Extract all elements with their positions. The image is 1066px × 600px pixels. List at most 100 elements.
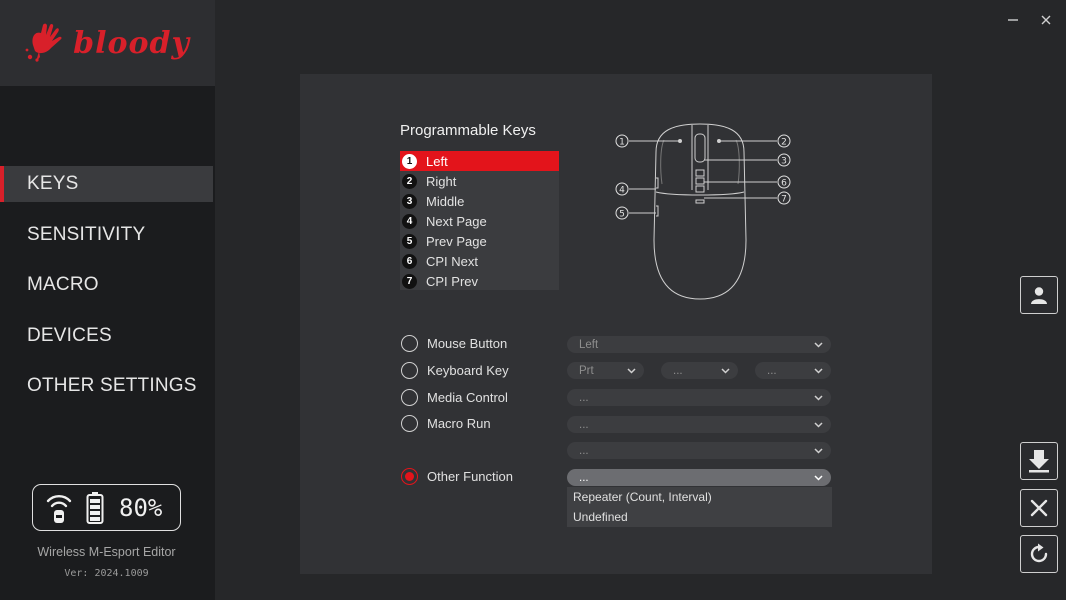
macro-run-select[interactable]: ... [567, 416, 831, 433]
media-control-select[interactable]: ... [567, 389, 831, 406]
keyboard-key-select-1[interactable]: Prt [567, 362, 644, 379]
refresh-icon [1030, 543, 1048, 563]
option-macro-run[interactable]: Macro Run [401, 415, 491, 432]
radio-media-control[interactable] [401, 389, 418, 406]
mouse-diagram: 1 2 3 4 5 6 7 [615, 123, 791, 300]
key-item-prev-page[interactable]: 5 Prev Page [400, 231, 559, 251]
other-function-menu: Repeater (Count, Interval) Undefined [567, 487, 832, 527]
key-label: Left [426, 153, 448, 169]
select-value: ... [579, 418, 589, 431]
key-number: 1 [402, 153, 417, 169]
callout-4: 4 [619, 186, 625, 196]
menu-item-repeater[interactable]: Repeater (Count, Interval) [567, 487, 832, 507]
keyboard-key-select-2[interactable]: ... [661, 362, 738, 379]
select-value: ... [673, 364, 683, 377]
sidebar: bloody KEYS SENSITIVITY MACRO DEVICES OT… [0, 0, 215, 600]
key-item-middle[interactable]: 3 Middle [400, 191, 559, 211]
callout-2: 2 [781, 138, 787, 148]
option-label: Media Control [427, 390, 508, 405]
profile-button[interactable] [1020, 276, 1058, 314]
minimize-button[interactable] [1003, 10, 1023, 30]
key-number: 4 [402, 213, 417, 229]
main-nav: KEYS SENSITIVITY MACRO DEVICES OTHER SET… [0, 166, 215, 419]
radio-keyboard-key[interactable] [401, 362, 418, 379]
app-name: Wireless M-Esport Editor [37, 545, 176, 559]
programmable-keys-title: Programmable Keys [400, 122, 536, 139]
nav-item-label: KEYS [27, 173, 79, 194]
key-item-next-page[interactable]: 4 Next Page [400, 211, 559, 231]
option-label: Mouse Button [427, 336, 508, 351]
chevron-down-icon [814, 368, 823, 374]
key-number: 7 [402, 273, 417, 289]
key-number: 6 [402, 253, 417, 269]
nav-item-other-settings[interactable]: OTHER SETTINGS [0, 368, 215, 404]
radio-mouse-button[interactable] [401, 335, 418, 352]
app-version: Ver: 2024.1009 [64, 568, 149, 579]
reset-button[interactable] [1020, 535, 1058, 573]
close-icon [1030, 499, 1048, 517]
nav-item-label: OTHER SETTINGS [27, 375, 197, 396]
chevron-down-icon [721, 368, 730, 374]
option-media-control[interactable]: Media Control [401, 389, 508, 406]
key-number: 3 [402, 193, 417, 209]
select-value: ... [579, 391, 589, 404]
nav-item-label: DEVICES [27, 324, 112, 346]
window-close-button[interactable] [1036, 10, 1056, 30]
programmable-keys-list: 1 Left 2 Right 3 Middle 4 Next Page 5 Pr… [400, 151, 559, 290]
device-status: 80% [32, 484, 181, 531]
key-label: Right [426, 173, 457, 189]
macro-run-mode-select[interactable]: ... [567, 442, 831, 459]
discard-button[interactable] [1020, 489, 1058, 527]
minimize-icon [1008, 19, 1018, 21]
logo-text: bloody [73, 25, 190, 61]
callout-7: 7 [781, 195, 787, 205]
nav-item-label: SENSITIVITY [27, 223, 146, 245]
nav-item-macro[interactable]: MACRO [0, 267, 215, 303]
nav-item-keys[interactable]: KEYS [0, 166, 213, 202]
callout-1: 1 [619, 138, 625, 148]
hand-logo-icon [25, 23, 62, 62]
close-icon [1041, 15, 1051, 25]
option-label: Other Function [427, 469, 513, 484]
key-label: CPI Next [426, 253, 479, 269]
logo: bloody [0, 0, 215, 86]
select-value: ... [579, 444, 589, 457]
key-item-cpi-prev[interactable]: 7 CPI Prev [400, 271, 559, 291]
key-label: Prev Page [426, 233, 487, 249]
radio-other-function[interactable] [401, 468, 418, 485]
key-label: Middle [426, 193, 465, 209]
chevron-down-icon [814, 395, 823, 401]
chevron-down-icon [814, 342, 823, 348]
select-value: Prt [579, 364, 594, 377]
chevron-down-icon [627, 368, 636, 374]
select-value: ... [767, 364, 777, 377]
keyboard-key-select-3[interactable]: ... [755, 362, 831, 379]
select-value: Left [579, 338, 599, 351]
option-label: Macro Run [427, 416, 491, 431]
select-value: ... [579, 471, 589, 484]
mouse-button-select[interactable]: Left [567, 336, 831, 353]
option-label: Keyboard Key [427, 363, 509, 378]
battery-icon [86, 491, 104, 524]
save-button[interactable] [1020, 442, 1058, 480]
key-label: Next Page [426, 213, 487, 229]
chevron-down-icon [814, 475, 823, 481]
nav-item-sensitivity[interactable]: SENSITIVITY [0, 217, 215, 253]
nav-item-devices[interactable]: DEVICES [0, 318, 215, 354]
user-icon [1031, 287, 1047, 304]
callout-5: 5 [619, 210, 625, 220]
key-item-cpi-next[interactable]: 6 CPI Next [400, 251, 559, 271]
menu-item-undefined[interactable]: Undefined [567, 507, 832, 527]
key-item-left[interactable]: 1 Left [400, 151, 559, 171]
option-mouse-button[interactable]: Mouse Button [401, 335, 507, 352]
callout-3: 3 [781, 157, 787, 167]
nav-item-label: MACRO [27, 274, 99, 295]
option-other-function[interactable]: Other Function [401, 468, 513, 485]
option-keyboard-key[interactable]: Keyboard Key [401, 362, 509, 379]
chevron-down-icon [814, 422, 823, 428]
other-function-select[interactable]: ... [567, 469, 831, 486]
radio-macro-run[interactable] [401, 415, 418, 432]
key-item-right[interactable]: 2 Right [400, 171, 559, 191]
key-number: 2 [402, 173, 417, 189]
key-number: 5 [402, 233, 417, 249]
